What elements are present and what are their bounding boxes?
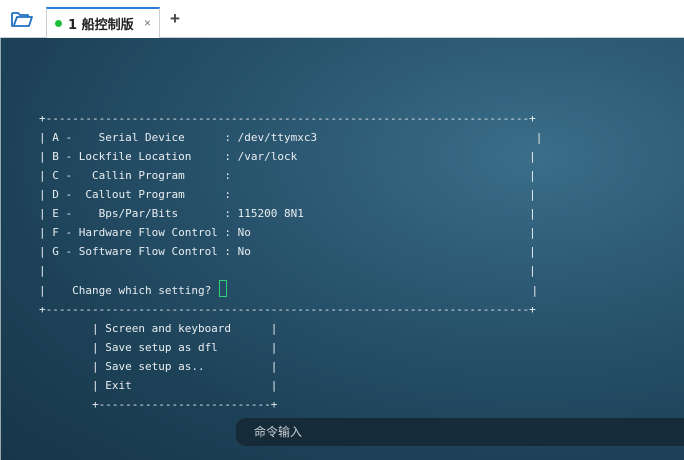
setup-line: | | <box>39 264 536 277</box>
config-menu-line: +--------------------------+ <box>39 398 278 411</box>
command-input-bar[interactable] <box>236 418 684 446</box>
setup-line: | C - Callin Program : | <box>39 169 536 182</box>
setup-line: | A - Serial Device : /dev/ttymxc3 | <box>39 131 543 144</box>
prompt-end: | <box>226 284 539 297</box>
setup-line: | G - Software Flow Control : No | <box>39 245 536 258</box>
setup-line: | F - Hardware Flow Control : No | <box>39 226 536 239</box>
config-menu-line: | Screen and keyboard | <box>39 322 278 335</box>
config-menu-line: | Save setup as.. | <box>39 360 278 373</box>
tab-bar: 1 船控制版 × + <box>0 0 684 38</box>
add-tab-button[interactable]: + <box>166 9 184 29</box>
config-menu-line: | Save setup as dfl | <box>39 341 278 354</box>
command-input[interactable] <box>252 424 656 440</box>
setup-line: +---------------------------------------… <box>39 112 536 125</box>
setting-prompt: | Change which setting? <box>39 284 218 297</box>
setup-line: | D - Callout Program : | <box>39 188 536 201</box>
tab-session[interactable]: 1 船控制版 × <box>46 7 160 38</box>
setup-line: | E - Bps/Par/Bits : 115200 8N1 | <box>39 207 536 220</box>
terminal-screen[interactable]: +---------------------------------------… <box>0 38 684 460</box>
connection-status-dot <box>55 20 62 27</box>
folder-open-icon <box>11 12 33 27</box>
setup-line: | B - Lockfile Location : /var/lock | <box>39 150 536 163</box>
tab-label: 1 船控制版 <box>68 18 134 33</box>
config-menu-line: | Exit | <box>39 379 278 392</box>
tab-close-icon[interactable]: × <box>144 16 151 30</box>
open-folder-button[interactable] <box>8 8 36 30</box>
terminal-output: +---------------------------------------… <box>39 109 542 414</box>
setup-bottom-border: +---------------------------------------… <box>39 303 536 316</box>
terminal-cursor <box>218 280 227 297</box>
